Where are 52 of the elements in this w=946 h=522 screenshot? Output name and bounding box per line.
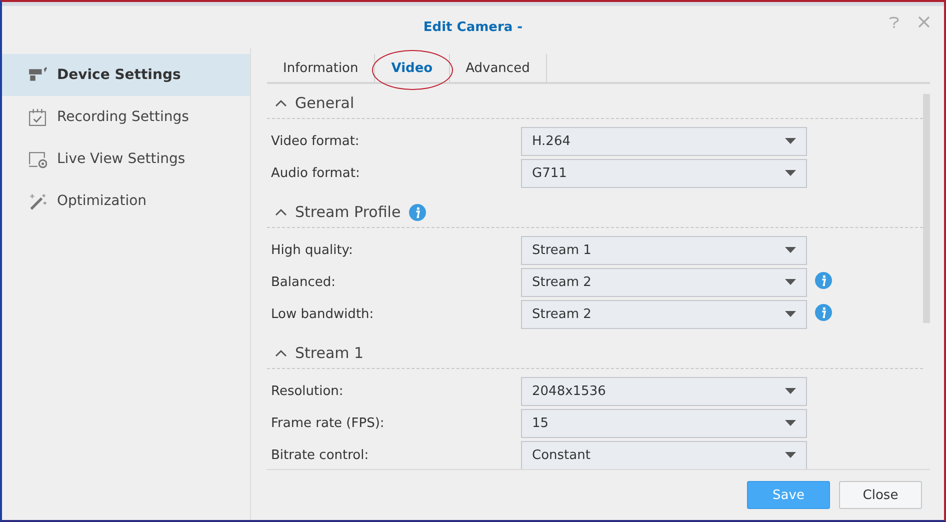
chevron-up-icon[interactable] — [275, 349, 287, 357]
dropdown[interactable]: 15 — [521, 408, 807, 438]
field-label: Balanced: — [271, 274, 336, 290]
chevron-up-icon[interactable] — [275, 208, 287, 216]
field-label: Low bandwidth: — [271, 306, 375, 322]
field-label: Resolution: — [271, 384, 344, 398]
close-button[interactable]: Close — [839, 481, 922, 509]
dropdown[interactable]: Stream 1 — [521, 236, 807, 264]
field-label: Frame rate (FPS): — [271, 416, 386, 430]
wand-icon — [28, 192, 47, 210]
tab[interactable]: Advanced — [450, 54, 547, 82]
close-icon[interactable] — [918, 16, 930, 28]
caret-icon — [785, 170, 796, 176]
sidebar-item[interactable]: Device Settings — [2, 54, 250, 96]
help-icon[interactable] — [888, 16, 900, 28]
field-label: High quality: — [271, 242, 354, 258]
info-icon[interactable] — [408, 204, 426, 220]
caret-icon — [785, 452, 796, 458]
sidebar-item[interactable]: Optimization — [2, 180, 250, 222]
sidebar-item[interactable]: Live View Settings — [2, 138, 250, 180]
caret-icon — [785, 138, 796, 144]
caret-icon — [785, 420, 796, 426]
caret-icon — [785, 279, 796, 285]
monitor-icon — [28, 150, 47, 168]
field-label: Bitrate control: — [271, 448, 370, 462]
section-title: Stream 1 — [295, 344, 364, 362]
dropdown[interactable]: Stream 2 — [521, 300, 807, 328]
field-label: Video format: — [271, 134, 360, 148]
info-icon[interactable] — [815, 304, 832, 320]
dropdown[interactable]: Stream 2 — [521, 268, 807, 296]
dropdown[interactable]: H.264 — [521, 126, 807, 156]
sidebar-item[interactable]: Recording Settings — [2, 96, 250, 138]
caret-icon — [785, 311, 796, 317]
tab[interactable]: Information — [267, 54, 376, 82]
field-label: Audio format: — [271, 166, 361, 180]
dropdown[interactable]: G711 — [521, 158, 807, 188]
section-title: General — [295, 94, 354, 112]
dropdown[interactable]: 2048x1536 — [521, 376, 807, 406]
caret-icon — [785, 247, 796, 253]
scrollbar[interactable] — [923, 94, 930, 323]
chevron-up-icon[interactable] — [275, 99, 287, 107]
sidebar-label: Recording Settings — [57, 109, 189, 125]
calendar-icon — [28, 108, 47, 126]
info-icon[interactable] — [815, 272, 832, 288]
section-title: Stream Profile — [295, 203, 401, 221]
sidebar-label: Device Settings — [57, 67, 181, 83]
caret-icon — [785, 388, 796, 394]
sidebar-label: Optimization — [57, 193, 147, 209]
dropdown[interactable]: Constant — [521, 440, 807, 469]
sidebar-label: Live View Settings — [57, 151, 186, 167]
tab[interactable]: Video — [375, 54, 450, 82]
window-title: Edit Camera - — [423, 20, 523, 34]
